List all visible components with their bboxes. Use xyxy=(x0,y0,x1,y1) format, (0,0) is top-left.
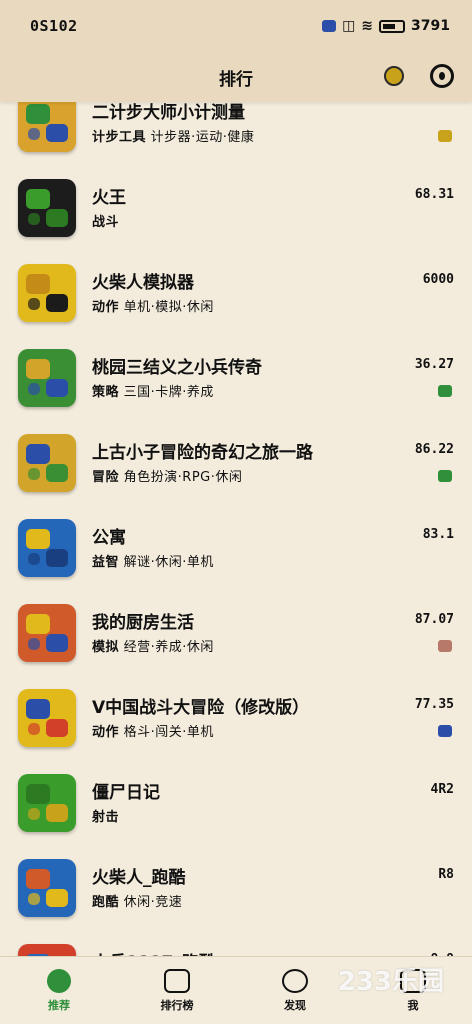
list-item[interactable]: 公寓益智 解谜·休闲·单机 83.1 xyxy=(0,505,472,590)
list-item[interactable]: 火王战斗 68.31 xyxy=(0,165,472,250)
app-score: 6000 xyxy=(422,272,454,287)
notification-icon xyxy=(322,20,337,32)
tab-1[interactable]: 排行榜 xyxy=(132,968,222,1013)
wifi-icon: ≋ xyxy=(361,18,374,34)
app-icon[interactable] xyxy=(18,689,76,747)
app-score: R8 xyxy=(438,867,454,882)
page-title: 排行 xyxy=(219,69,253,90)
coin-icon[interactable] xyxy=(384,66,404,86)
badge-icon xyxy=(438,130,452,142)
tab-label: 排行榜 xyxy=(160,998,194,1012)
app-category: 射击 xyxy=(92,810,120,825)
app-icon[interactable] xyxy=(18,944,76,956)
status-time: 0S102 xyxy=(30,17,78,35)
tab-0[interactable]: 推荐 xyxy=(14,968,104,1013)
app-category: 动作 xyxy=(92,725,120,740)
app-tag-list: 经营·养成·休闲 xyxy=(119,640,214,655)
app-tag-list: 计步器·运动·健康 xyxy=(146,130,255,145)
app-icon[interactable] xyxy=(18,264,76,322)
battery-icon xyxy=(379,19,406,33)
app-score: 86.22 xyxy=(414,442,454,457)
list-item[interactable]: 上古小子冒险的奇幻之旅一路冒险 角色扮演·RPG·休闲 86.22 xyxy=(0,420,472,505)
app-tag-list: 三国·卡牌·养成 xyxy=(119,385,214,400)
app-title[interactable]: 火王 xyxy=(92,183,126,208)
tab-2[interactable]: 发现 xyxy=(250,968,340,1013)
app-score: 77.35 xyxy=(414,697,454,712)
list-item[interactable]: 桃园三结义之小兵传奇策略 三国·卡牌·养成 36.27 xyxy=(0,335,472,420)
badge-icon xyxy=(438,385,452,397)
discover-icon xyxy=(282,968,308,993)
app-category: 策略 xyxy=(92,385,120,400)
app-icon[interactable] xyxy=(18,434,76,492)
app-icon[interactable] xyxy=(18,604,76,662)
tab-label: 发现 xyxy=(284,998,306,1012)
app-title[interactable]: 公寓 xyxy=(92,523,126,548)
app-score: 83.1 xyxy=(422,527,454,542)
badge-icon xyxy=(438,725,452,737)
app-category: 冒险 xyxy=(92,470,120,485)
list-item[interactable]: 火柴人模拟器动作 单机·模拟·休闲 6000 xyxy=(0,250,472,335)
app-title[interactable]: 火柴人_跑酷 xyxy=(92,863,186,888)
list-item[interactable]: 二计步大师小计测量 计步工具 计步器·运动·健康 xyxy=(0,96,472,165)
app-tag-list: 角色扮演·RPG·休闲 xyxy=(119,470,243,485)
app-category: 模拟 xyxy=(92,640,120,655)
list-item[interactable]: 火柴人_跑酷跑酷 休闲·竞速 R8 xyxy=(0,845,472,930)
badge-icon xyxy=(438,640,452,652)
app-category: 跑酷 xyxy=(92,895,120,910)
app-tag-list: 休闲·竞速 xyxy=(119,895,183,910)
app-icon[interactable] xyxy=(18,774,76,832)
ranking-list[interactable]: 二计步大师小计测量 计步工具 计步器·运动·健康火王战斗 68.31 火柴人模拟器动作… xyxy=(0,96,472,956)
app-score: 4R2 xyxy=(430,782,454,797)
app-tags: 战斗 xyxy=(92,211,119,230)
app-tags: 益智 解谜·休闲·单机 xyxy=(92,551,214,570)
app-title[interactable]: 桃园三结义之小兵传奇 xyxy=(92,353,262,378)
app-tags: 计步工具 计步器·运动·健康 xyxy=(92,126,254,145)
app-category: 计步工具 xyxy=(92,130,147,145)
badge-icon xyxy=(438,470,452,482)
app-tag-list: 解谜·休闲·单机 xyxy=(119,555,214,570)
app-tags: 动作 单机·模拟·休闲 xyxy=(92,296,214,315)
app-title[interactable]: 上古小子冒险的奇幻之旅一路 xyxy=(92,438,313,463)
battery-level: 3791 xyxy=(411,18,450,34)
app-category: 战斗 xyxy=(92,215,120,230)
list-item[interactable]: 小兵1117_跑酷8.8 xyxy=(0,930,472,956)
app-tags: 策略 三国·卡牌·养成 xyxy=(92,381,214,400)
app-category: 益智 xyxy=(92,555,120,570)
app-title[interactable]: 我的厨房生活 xyxy=(92,608,194,633)
signal-icon: ◫ xyxy=(342,18,356,34)
tab-label: 我 xyxy=(407,998,419,1012)
app-icon[interactable] xyxy=(18,349,76,407)
app-category: 动作 xyxy=(92,300,120,315)
list-item[interactable]: 僵尸日记射击 4R2 xyxy=(0,760,472,845)
app-icon[interactable] xyxy=(18,179,76,237)
list-item[interactable]: V中国战斗大冒险（修改版） 动作 格斗·闯关·单机 77.35 xyxy=(0,675,472,760)
app-tags: 模拟 经营·养成·休闲 xyxy=(92,636,214,655)
home-icon xyxy=(47,968,71,993)
app-score: 68.31 xyxy=(414,187,454,202)
app-tags: 跑酷 休闲·竞速 xyxy=(92,891,182,910)
app-tags: 动作 格斗·闯关·单机 xyxy=(92,721,214,740)
settings-icon[interactable] xyxy=(430,64,454,88)
app-title[interactable]: 僵尸日记 xyxy=(92,778,160,803)
watermark: 233乐园 xyxy=(337,967,444,997)
app-tags: 射击 xyxy=(92,806,119,825)
app-score: 87.07 xyxy=(414,612,454,627)
app-icon[interactable] xyxy=(18,859,76,917)
app-title[interactable]: 小兵1117_跑酷 xyxy=(92,948,216,956)
ranking-icon xyxy=(164,968,190,993)
app-tag-list: 单机·模拟·休闲 xyxy=(119,300,214,315)
app-icon[interactable] xyxy=(18,519,76,577)
title-bar: 排行 xyxy=(0,52,472,102)
app-score: 36.27 xyxy=(414,357,454,372)
tab-label: 推荐 xyxy=(48,998,70,1012)
status-icons: ◫ ≋ 3791 xyxy=(322,18,450,34)
status-bar: 0S102 ◫ ≋ 3791 xyxy=(0,0,472,52)
list-item[interactable]: 我的厨房生活模拟 经营·养成·休闲 87.07 xyxy=(0,590,472,675)
app-tags: 冒险 角色扮演·RPG·休闲 xyxy=(92,466,242,485)
app-title[interactable]: V中国战斗大冒险（修改版） xyxy=(92,693,309,718)
app-icon[interactable] xyxy=(18,96,76,152)
app-title[interactable]: 火柴人模拟器 xyxy=(92,268,194,293)
app-tag-list: 格斗·闯关·单机 xyxy=(119,725,214,740)
